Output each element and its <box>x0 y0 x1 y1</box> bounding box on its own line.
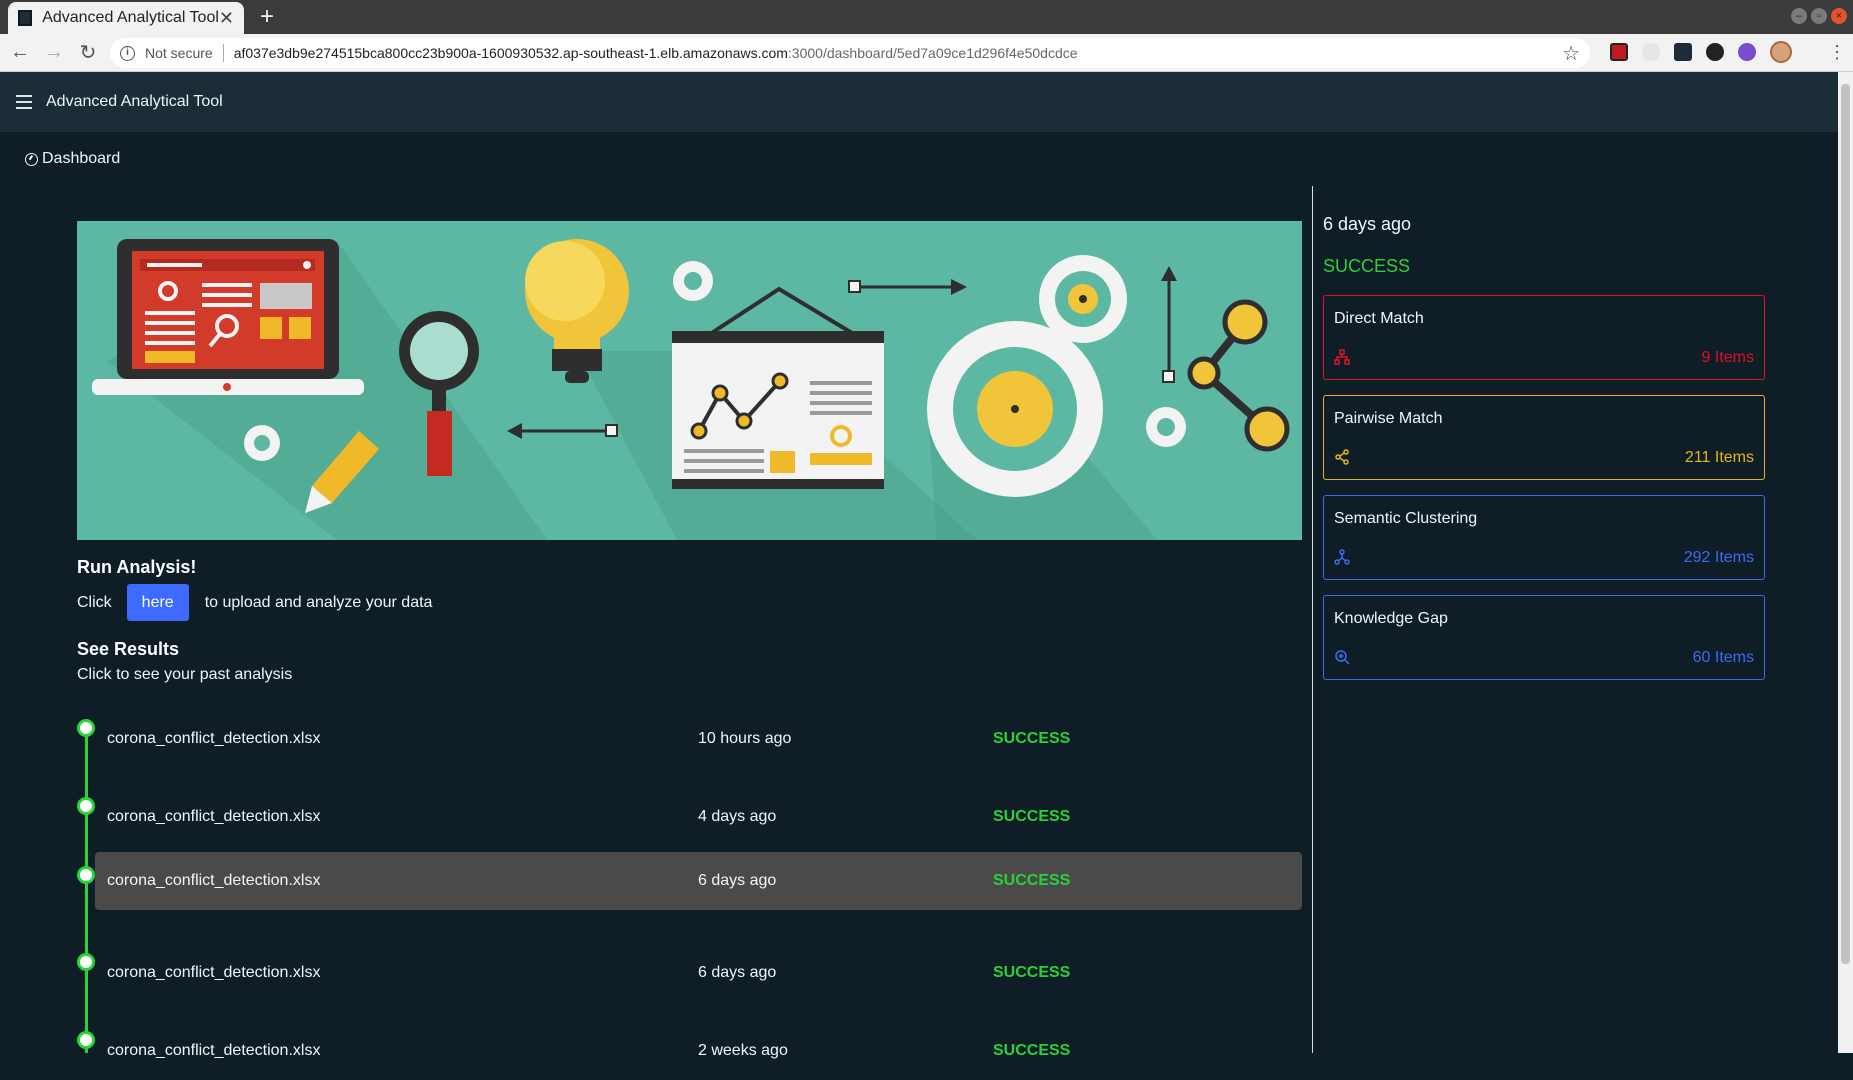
bookmark-star-icon[interactable]: ☆ <box>1562 41 1580 66</box>
close-window-icon[interactable]: × <box>1831 8 1847 24</box>
extension-ghost-icon[interactable] <box>1642 43 1660 61</box>
result-row[interactable]: corona_conflict_detection.xlsx 6 days ag… <box>77 944 1302 1002</box>
result-status: SUCCESS <box>993 964 1071 981</box>
app-title: Advanced Analytical Tool <box>46 93 223 110</box>
card-title: Direct Match <box>1334 310 1424 327</box>
browser-tab[interactable]: Advanced Analytical Tool ✕ <box>8 2 244 34</box>
run-analysis-row: Click here to upload and analyze your da… <box>77 584 432 621</box>
card-count: 211 Items <box>1684 449 1754 466</box>
forward-arrow-icon[interactable]: → <box>40 41 68 64</box>
app-header: Advanced Analytical Tool <box>0 72 1838 132</box>
result-status: SUCCESS <box>993 872 1071 889</box>
sitemap-icon <box>1334 349 1350 365</box>
browser-menu-icon[interactable]: ⋮ <box>1828 40 1846 64</box>
see-results-subtitle: Click to see your past analysis <box>77 666 293 683</box>
run-suffix-text: to upload and analyze your data <box>204 593 433 611</box>
result-file-name: corona_conflict_detection.xlsx <box>107 964 321 981</box>
knowledge-gap-card[interactable]: Knowledge Gap 60 Items <box>1323 595 1765 680</box>
reload-icon[interactable]: ↻ <box>74 40 102 65</box>
card-count: 292 Items <box>1683 549 1754 566</box>
hero-illustration <box>77 221 1302 540</box>
result-time: 6 days ago <box>698 964 777 981</box>
page-scrollbar[interactable] <box>1838 72 1853 1053</box>
panel-divider <box>1312 186 1313 1053</box>
timeline-dot <box>77 719 95 737</box>
timeline-line <box>85 720 88 1053</box>
hamburger-menu-icon[interactable] <box>16 95 32 109</box>
address-bar[interactable]: i Not secure af037e3db9e274515bca800cc23… <box>110 38 1590 68</box>
maximize-icon[interactable]: ▫ <box>1811 8 1827 24</box>
cluster-icon <box>1334 549 1350 565</box>
upload-here-button[interactable]: here <box>126 584 189 621</box>
breadcrumb-label: Dashboard <box>42 150 121 167</box>
semantic-clustering-card[interactable]: Semantic Clustering 292 Items <box>1323 495 1765 580</box>
window-controls: – ▫ × <box>1791 8 1847 24</box>
new-tab-icon[interactable]: + <box>260 4 274 30</box>
close-tab-icon[interactable]: ✕ <box>219 8 234 29</box>
app-favicon-icon <box>18 10 33 26</box>
profile-avatar[interactable] <box>1770 41 1792 63</box>
result-row[interactable]: corona_conflict_detection.xlsx 4 days ag… <box>77 788 1302 846</box>
tab-title: Advanced Analytical Tool <box>42 9 219 26</box>
result-file-name: corona_conflict_detection.xlsx <box>107 808 321 825</box>
extension-purple-icon[interactable] <box>1738 43 1756 61</box>
result-time: 6 days ago <box>698 872 777 889</box>
extension-react-icon[interactable] <box>1674 43 1692 61</box>
card-count: 60 Items <box>1692 649 1754 666</box>
info-icon[interactable]: i <box>120 45 135 61</box>
minimize-icon[interactable]: – <box>1791 8 1807 24</box>
direct-match-card[interactable]: Direct Match 9 Items <box>1323 295 1765 380</box>
timeline-dot <box>77 953 95 971</box>
result-status: SUCCESS <box>993 808 1071 825</box>
result-file-name: corona_conflict_detection.xlsx <box>107 730 321 747</box>
url-path: :3000/dashboard/5ed7a09ce1d296f4e50dcdce <box>787 45 1078 61</box>
scrollbar-thumb[interactable] <box>1841 84 1850 964</box>
detail-status: SUCCESS <box>1323 256 1411 276</box>
browser-tab-strip: Advanced Analytical Tool ✕ + – ▫ × <box>0 0 1853 34</box>
extension-red-icon[interactable] <box>1610 43 1628 61</box>
extension-icons <box>1610 41 1792 63</box>
result-status: SUCCESS <box>993 730 1071 747</box>
result-status: SUCCESS <box>993 1042 1071 1059</box>
browser-toolbar: ← → ↻ i Not secure af037e3db9e274515bca8… <box>0 34 1853 72</box>
pairwise-match-card[interactable]: Pairwise Match 211 Items <box>1323 395 1765 480</box>
url-host: af037e3db9e274515bca800cc23b900a-1600930… <box>233 45 788 61</box>
card-title: Knowledge Gap <box>1334 610 1448 627</box>
result-row-selected[interactable]: corona_conflict_detection.xlsx 6 days ag… <box>77 852 1302 910</box>
share-icon <box>1335 449 1349 465</box>
result-time: 10 hours ago <box>698 730 792 747</box>
run-prefix-text: Click <box>77 593 112 611</box>
breadcrumb[interactable]: Dashboard <box>25 150 120 168</box>
extension-flame-icon[interactable] <box>1706 43 1724 61</box>
result-time: 4 days ago <box>698 808 777 825</box>
result-time: 2 weeks ago <box>698 1042 788 1059</box>
timeline-dot <box>77 866 95 884</box>
card-title: Pairwise Match <box>1334 410 1443 427</box>
timeline-dot <box>77 1031 95 1049</box>
see-results-title: See Results <box>77 639 180 659</box>
security-label: Not secure <box>145 45 213 61</box>
dashboard-gauge-icon <box>25 152 38 166</box>
result-row[interactable]: corona_conflict_detection.xlsx 10 hours … <box>77 710 1302 768</box>
analytics-illustration <box>92 239 1290 540</box>
result-row[interactable]: corona_conflict_detection.xlsx 2 weeks a… <box>77 1022 1302 1080</box>
address-separator <box>222 44 224 62</box>
run-analysis-title: Run Analysis! <box>77 557 197 577</box>
back-arrow-icon[interactable]: ← <box>6 41 34 64</box>
timeline-dot <box>77 797 95 815</box>
card-title: Semantic Clustering <box>1334 510 1478 527</box>
result-file-name: corona_conflict_detection.xlsx <box>107 872 321 889</box>
search-plus-icon <box>1335 650 1350 665</box>
result-file-name: corona_conflict_detection.xlsx <box>107 1042 321 1059</box>
card-count: 9 Items <box>1701 349 1754 366</box>
detail-time: 6 days ago <box>1323 214 1412 234</box>
